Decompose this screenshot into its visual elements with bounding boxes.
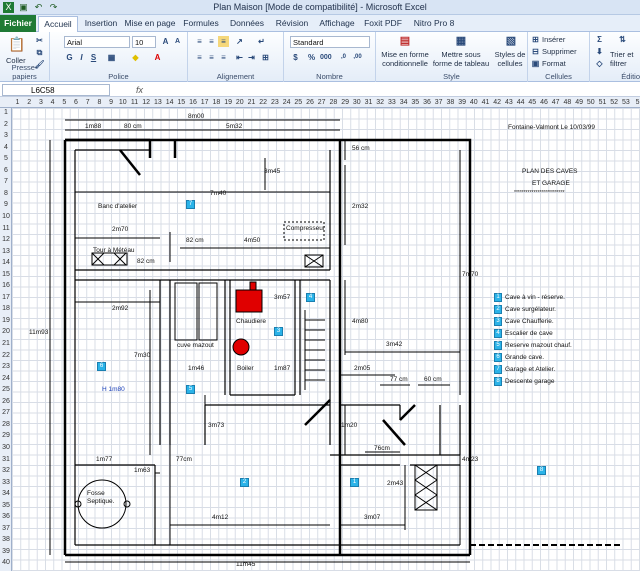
room-label-banc: Banc d'atelier — [98, 203, 138, 210]
room-label-tour: Tour à Météau — [93, 247, 135, 254]
dim-label: 77 cm — [390, 376, 408, 383]
legend-item: 2 Cave surgélateur. — [494, 305, 556, 315]
dim-label: 1m20 — [341, 422, 358, 429]
dim-label: 7m30 — [134, 352, 151, 359]
room-marker[interactable]: 4 — [306, 293, 315, 302]
dim-label: 1m88 — [85, 123, 102, 130]
room-label-septique: Septique. — [87, 498, 115, 505]
legend-text: Escalier de cave — [505, 330, 553, 338]
legend-item: 6 Grande cave. — [494, 353, 544, 363]
dim-label: 2m70 — [112, 226, 129, 233]
dim-label: 1m77 — [96, 456, 113, 463]
dim-label: 82 cm — [186, 237, 204, 244]
legend-item: 8 Descente garage — [494, 377, 555, 387]
dim-label: 2m05 — [354, 365, 371, 372]
room-marker[interactable]: 1 — [350, 478, 359, 487]
room-marker[interactable]: 2 — [240, 478, 249, 487]
legend-text: Grande cave. — [505, 354, 545, 362]
dim-label: 56 cm — [352, 145, 370, 152]
room-label-compresseur: Compresseur — [286, 225, 326, 232]
dim-label: 77cm — [176, 456, 192, 463]
legend-number: 7 — [494, 365, 502, 374]
dim-label: 2m92 — [112, 305, 129, 312]
dim-label: 3m42 — [386, 341, 403, 348]
dim-label: 3m45 — [264, 168, 281, 175]
legend-number: 5 — [494, 341, 502, 350]
dim-label: 3m57 — [274, 294, 291, 301]
legend-number: 4 — [494, 329, 502, 338]
room-marker[interactable]: 5 — [186, 385, 195, 394]
legend-number: 2 — [494, 305, 502, 314]
dim-label: 1m63 — [134, 467, 151, 474]
room-label-height: H 1m80 — [102, 386, 125, 393]
legend-text: Garage et Atelier. — [505, 366, 556, 374]
plan-subtitle: ET GARAGE — [532, 180, 570, 187]
dim-label: 4m23 — [462, 456, 479, 463]
dim-label: 1m87 — [274, 365, 291, 372]
dim-label: 2m32 — [352, 203, 369, 210]
dim-label: 2m43 — [387, 480, 404, 487]
legend-item: 7 Garage et Atelier. — [494, 365, 555, 375]
dim-label: 8m00 — [188, 113, 205, 120]
room-label-boiler: Boiler — [237, 365, 254, 372]
room-label-chaudiere: Chaudiere — [236, 318, 266, 325]
plan-header-text: Fontaine-Valmont Le 10/03/99 — [508, 124, 595, 131]
staircase — [304, 310, 325, 390]
dim-label: 11m45 — [236, 561, 256, 568]
legend-item: 4 Escalier de cave — [494, 329, 553, 339]
dim-label: 7m70 — [462, 271, 479, 278]
legend-text: Cave surgélateur. — [505, 306, 556, 314]
legend-item: 3 Cave Chaufferie. — [494, 317, 554, 327]
room-marker[interactable]: 7 — [186, 200, 195, 209]
legend-text: Reserve mazout chauf. — [505, 342, 572, 350]
room-marker[interactable]: 8 — [537, 466, 546, 475]
legend-number: 6 — [494, 353, 502, 362]
legend-text: Cave Chaufferie. — [505, 318, 554, 326]
room-marker[interactable]: 3 — [274, 327, 283, 336]
room-label-cuve: cuve mazout — [177, 342, 214, 349]
dim-label: 80 cm — [124, 123, 142, 130]
plan-underline: ************************** — [514, 190, 565, 196]
dim-label: 3m73 — [208, 422, 225, 429]
legend-text: Cave à vin - réserve. — [505, 294, 565, 302]
legend-text: Descente garage — [505, 378, 555, 386]
floor-plan-drawing — [49, 119, 620, 563]
legend-number: 1 — [494, 293, 502, 302]
legend-item: 5 Reserve mazout chauf. — [494, 341, 572, 351]
dim-label: 1m46 — [188, 365, 205, 372]
dim-label: 76cm — [374, 445, 390, 452]
legend-number: 8 — [494, 377, 502, 386]
legend-item: 1 Cave à vin - réserve. — [494, 293, 565, 303]
plan-dim-lines — [49, 119, 470, 563]
dim-label: 82 cm — [137, 258, 155, 265]
legend-number: 3 — [494, 317, 502, 326]
dim-label: 4m80 — [352, 318, 369, 325]
dim-label: 7m40 — [210, 190, 227, 197]
dim-label: 5m32 — [226, 123, 243, 130]
room-marker[interactable]: 6 — [97, 362, 106, 371]
room-label-fosse: Fosse — [87, 490, 105, 497]
plan-title: PLAN DES CAVES — [522, 168, 578, 175]
dim-label: 4m50 — [244, 237, 261, 244]
dim-label: 60 cm — [424, 376, 442, 383]
dim-label: 4m12 — [212, 514, 229, 521]
dim-label: 11m93 — [29, 329, 49, 336]
dim-label: 3m07 — [364, 514, 381, 521]
